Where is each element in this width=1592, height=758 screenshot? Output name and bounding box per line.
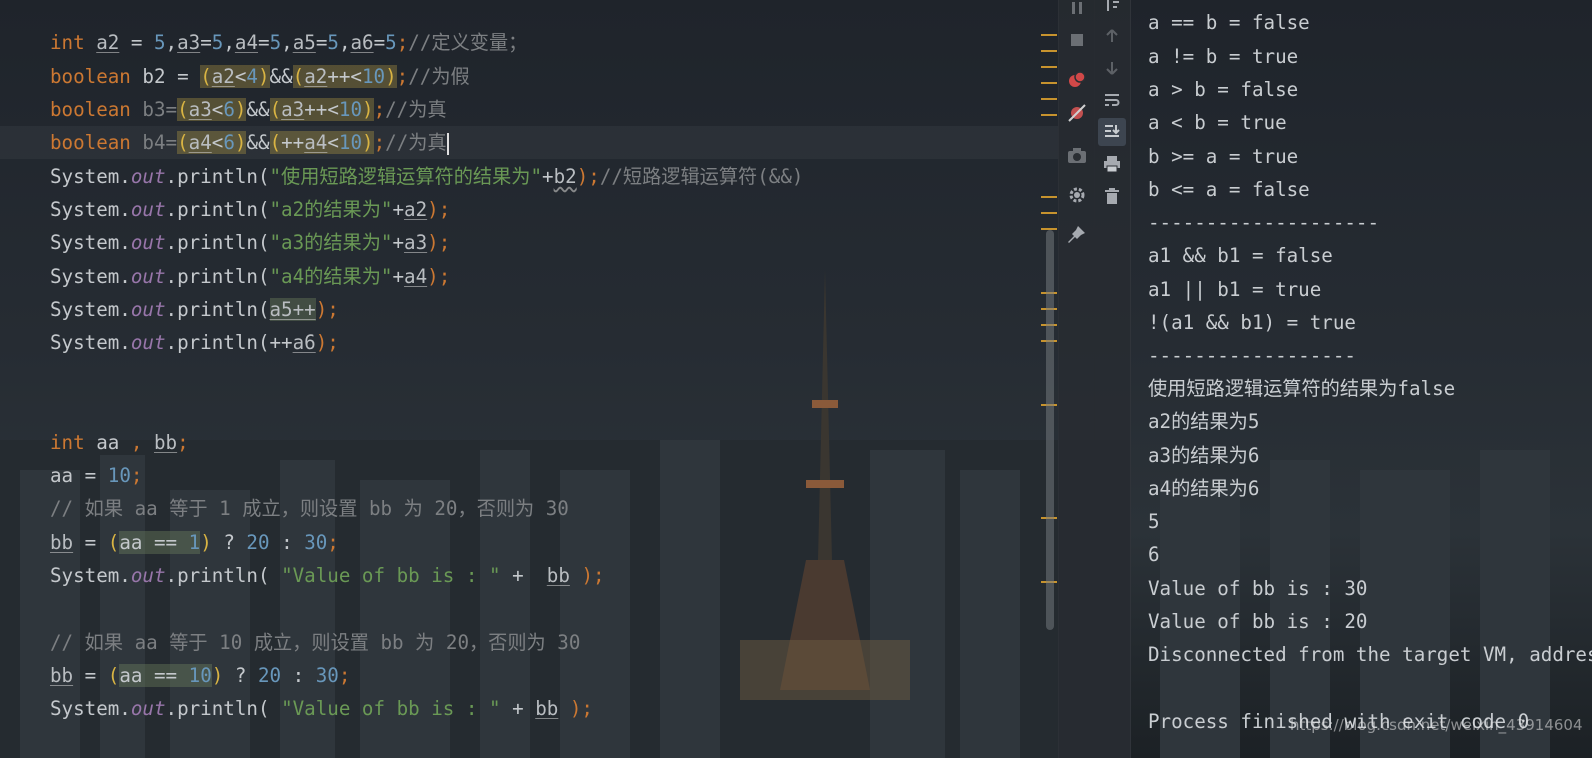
console-line: a != b = true <box>1148 45 1299 68</box>
scroll-to-end-icon[interactable] <box>1098 118 1126 146</box>
code-line-4[interactable]: boolean b4=(a4<6)&&(++a4<10);//为真 <box>50 126 449 159</box>
code-line-13[interactable]: // 如果 aa 等于 1 成立，则设置 bb 为 20，否则为 30 <box>50 492 569 525</box>
error-stripe-mark[interactable] <box>1041 98 1057 100</box>
console-line: a < b = true <box>1148 111 1287 134</box>
code-line-16[interactable]: // 如果 aa 等于 10 成立，则设置 bb 为 20，否则为 30 <box>50 626 580 659</box>
run-toolbar-right <box>1094 0 1131 758</box>
code-line-17[interactable]: bb = (aa == 10) ? 20 : 30; <box>50 659 350 692</box>
code-line-5[interactable]: System.out.println("使用短路逻辑运算符的结果为"+b2);/… <box>50 160 803 193</box>
stop-icon[interactable] <box>1065 28 1089 52</box>
editor-scrollbar-thumb[interactable] <box>1046 230 1054 630</box>
code-line-3[interactable]: boolean b3=(a3<6)&&(a3++<10);//为真 <box>50 93 447 126</box>
code-line-18[interactable]: System.out.println( "Value of bb is : " … <box>50 692 593 725</box>
mute-breakpoints-icon[interactable] <box>1065 101 1089 125</box>
code-line-6[interactable]: System.out.println("a2的结果为"+a2); <box>50 193 450 226</box>
console-line: 6 <box>1148 543 1160 566</box>
soft-wrap-icon[interactable] <box>1100 88 1124 112</box>
code-line-8[interactable]: System.out.println("a4的结果为"+a4); <box>50 260 450 293</box>
trash-icon[interactable] <box>1100 184 1124 208</box>
console-line: a > b = false <box>1148 78 1299 101</box>
console-line: !(a1 && b1) = true <box>1148 311 1356 334</box>
code-line-15[interactable]: System.out.println( "Value of bb is : " … <box>50 559 605 592</box>
watermark: https://blog.csdn.net/weixin_43914604 <box>1290 716 1583 734</box>
console-line: b <= a = false <box>1148 178 1310 201</box>
pause-icon[interactable] <box>1065 0 1089 20</box>
console-line: Value of bb is : 30 <box>1148 577 1368 600</box>
console-line: a == b = false <box>1148 11 1310 34</box>
error-stripe-mark[interactable] <box>1041 212 1057 214</box>
console-line: -------------------- <box>1148 211 1380 234</box>
console-line: a1 || b1 = true <box>1148 278 1322 301</box>
console-line: a4的结果为6 <box>1148 477 1260 500</box>
console-line: 5 <box>1148 510 1160 533</box>
console-line: 使用短路逻辑运算符的结果为false <box>1148 377 1456 400</box>
console-line: ------------------ <box>1148 344 1356 367</box>
breakpoint-icon[interactable] <box>1065 68 1089 92</box>
console-line: Disconnected from the target VM, address <box>1148 643 1592 666</box>
error-stripe-mark[interactable] <box>1041 34 1057 36</box>
code-line-7[interactable]: System.out.println("a3的结果为"+a3); <box>50 226 450 259</box>
code-line-14[interactable]: bb = (aa == 1) ? 20 : 30; <box>50 526 339 559</box>
error-stripe-mark[interactable] <box>1041 66 1057 68</box>
code-line-1[interactable]: int a2 = 5,a3=5,a4=5,a5=5,a6=5;//定义变量； <box>50 26 527 59</box>
console-line: a2的结果为5 <box>1148 410 1260 433</box>
down-arrow-icon[interactable] <box>1100 56 1124 80</box>
console-line: a1 && b1 = false <box>1148 244 1333 267</box>
code-line-11[interactable]: int aa , bb; <box>50 426 189 459</box>
error-stripe-mark[interactable] <box>1041 82 1057 84</box>
error-stripe-mark[interactable] <box>1041 114 1057 116</box>
console-line: b >= a = true <box>1148 145 1299 168</box>
text-caret <box>446 132 449 155</box>
code-line-9[interactable]: System.out.println(a5++); <box>50 293 339 326</box>
error-stripe-mark[interactable] <box>1041 196 1057 198</box>
code-line-10[interactable]: System.out.println(++a6); <box>50 326 339 359</box>
run-toolbar-left <box>1058 0 1095 758</box>
camera-icon[interactable] <box>1065 143 1089 167</box>
code-editor[interactable]: int a2 = 5,a3=5,a4=5,a5=5,a6=5;//定义变量； b… <box>0 0 1058 758</box>
pin-icon[interactable] <box>1065 223 1089 247</box>
print-icon[interactable] <box>1100 152 1124 176</box>
console-line: Value of bb is : 20 <box>1148 610 1368 633</box>
sort-icon[interactable] <box>1100 0 1124 18</box>
console-line: a3的结果为6 <box>1148 444 1260 467</box>
code-line-2[interactable]: boolean b2 = (a2<4)&&(a2++<10);//为假 <box>50 60 470 93</box>
up-arrow-icon[interactable] <box>1100 24 1124 48</box>
console-output[interactable]: a == b = false a != b = true a > b = false… <box>1131 0 1592 758</box>
error-stripe-mark[interactable] <box>1041 50 1057 52</box>
settings-icon[interactable] <box>1065 183 1089 207</box>
code-line-12[interactable]: aa = 10; <box>50 459 142 492</box>
